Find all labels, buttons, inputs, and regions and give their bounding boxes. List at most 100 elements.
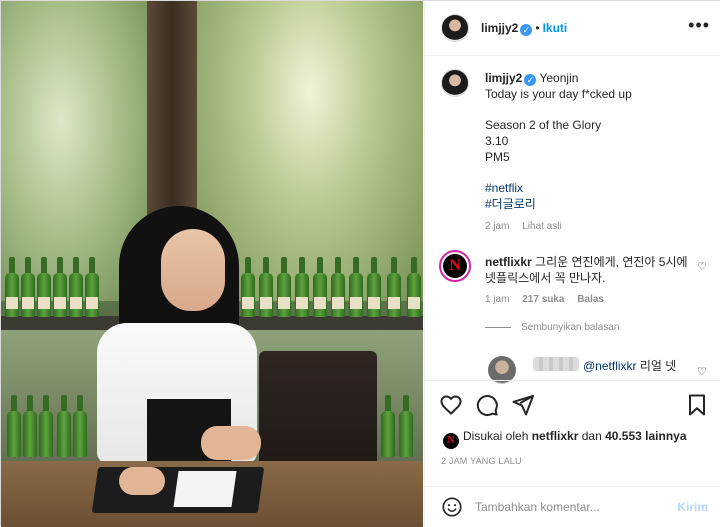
- netflix-avatar[interactable]: N: [439, 250, 471, 282]
- woman-face: [161, 229, 225, 311]
- bottle-label: [368, 297, 380, 309]
- bottle-label: [54, 297, 66, 309]
- reply-body: 리얼 넷: [639, 359, 677, 373]
- follow-button[interactable]: Ikuti: [543, 21, 568, 35]
- caption-line: [485, 166, 711, 182]
- comment-icon[interactable]: [475, 393, 499, 417]
- verified-icon: ✓: [520, 24, 533, 36]
- bottle-label: [38, 297, 50, 309]
- netflix-small-avatar: N: [443, 433, 459, 449]
- comment-username[interactable]: netflixkr: [485, 255, 532, 269]
- caption-line: Today is your day f*cked up: [485, 87, 632, 101]
- comment-meta: 1 jam 217 suka Balas: [485, 294, 604, 305]
- bottle-label: [350, 297, 362, 309]
- header-author-line: limjjy2 ✓ • Ikuti: [481, 21, 567, 36]
- wine-bottle: [5, 257, 19, 317]
- caption-tag: Yeonjin: [539, 71, 579, 85]
- wine-bottle: [387, 257, 401, 317]
- caption-time[interactable]: 2 jam: [485, 221, 509, 232]
- caption-line: Season 2 of the Glory: [485, 118, 602, 133]
- see-original-button[interactable]: Lihat asli: [522, 221, 561, 232]
- wine-bottle: [295, 257, 309, 317]
- caption-line: [485, 103, 711, 119]
- bookmark-icon[interactable]: [685, 393, 709, 417]
- comment-like-heart-icon[interactable]: ♡: [697, 260, 707, 273]
- more-horizontal-icon[interactable]: •••: [688, 16, 710, 34]
- share-icon[interactable]: [511, 393, 535, 417]
- bottle-label: [22, 297, 34, 309]
- header-username[interactable]: limjjy2: [481, 21, 518, 35]
- separator-dot: •: [535, 21, 540, 35]
- replies-divider-line: [485, 327, 511, 328]
- woman-hands: [119, 467, 165, 495]
- bottle-label: [408, 297, 420, 309]
- liked-by-conjunction: dan: [581, 429, 602, 443]
- bottle-label: [86, 297, 98, 309]
- wine-bottle: [57, 395, 71, 457]
- wine-bottle: [349, 257, 363, 317]
- bottle-label: [278, 297, 290, 309]
- wine-bottle: [21, 257, 35, 317]
- wine-bottle: [259, 257, 273, 317]
- liked-by-line[interactable]: N Disukai oleh netflixkr dan 40.553 lainn…: [443, 429, 687, 449]
- bottle-label: [70, 297, 82, 309]
- reply-mention[interactable]: @netflixkr: [583, 359, 637, 373]
- hashtag-link[interactable]: #더글로리: [485, 197, 711, 213]
- wine-bottle: [39, 395, 53, 457]
- heart-icon[interactable]: [439, 393, 463, 417]
- paper-sheet: [173, 471, 237, 507]
- emoji-icon[interactable]: [441, 496, 463, 518]
- bottle-label: [260, 297, 272, 309]
- wine-bottle: [367, 257, 381, 317]
- wine-bottle: [7, 395, 21, 457]
- verified-icon: ✓: [524, 74, 537, 86]
- post-timestamp[interactable]: 2 JAM YANG LALU: [441, 456, 522, 466]
- wine-bottle: [277, 257, 291, 317]
- comment-likes-count[interactable]: 217 suka: [522, 294, 564, 305]
- author-avatar[interactable]: [441, 14, 469, 42]
- wine-bottle: [331, 257, 345, 317]
- liked-by-prefix: Disukai oleh: [463, 429, 529, 443]
- likes-count[interactable]: 40.553 lainnya: [605, 429, 686, 443]
- bottle-label: [332, 297, 344, 309]
- hide-replies-button[interactable]: Sembunyikan balasan: [521, 322, 619, 333]
- reply-button[interactable]: Balas: [577, 294, 604, 305]
- post-photo[interactable]: [1, 1, 423, 527]
- caption-username[interactable]: limjjy2: [485, 71, 522, 85]
- comment-time[interactable]: 1 jam: [485, 294, 509, 305]
- chair: [259, 351, 377, 476]
- reply-like-heart-icon[interactable]: ♡: [697, 365, 707, 378]
- caption-line: PM5: [485, 149, 510, 164]
- wine-bottle: [73, 395, 87, 457]
- bottle-label: [388, 297, 400, 309]
- woman-arm: [201, 426, 261, 460]
- liked-by-user[interactable]: netflixkr: [532, 429, 579, 443]
- wine-bottle: [23, 395, 37, 457]
- hashtag-link[interactable]: #netflix: [485, 181, 711, 197]
- bottle-label: [242, 297, 254, 309]
- caption-author-avatar[interactable]: [441, 69, 469, 97]
- wine-bottle: [241, 257, 255, 317]
- caption-author-line: limjjy2 ✓ Yeonjin: [485, 71, 578, 86]
- wine-bottle: [53, 257, 67, 317]
- reply-text: @netflixkr 리얼 넷: [583, 357, 676, 374]
- post-header: limjjy2 ✓ • Ikuti •••: [425, 1, 720, 56]
- comment-composer: Kirim: [425, 486, 720, 527]
- bottle-label: [296, 297, 308, 309]
- comment-input[interactable]: [475, 497, 665, 517]
- wine-bottle: [69, 257, 83, 317]
- wine-bottle: [399, 395, 413, 457]
- post-comment-button[interactable]: Kirim: [677, 500, 708, 514]
- action-bar: [425, 380, 720, 428]
- caption-meta: 2 jam Lihat asli: [485, 221, 562, 232]
- instagram-post-modal: limjjy2 ✓ • Ikuti ••• limjjy2 ✓ Yeonjin Toda…: [0, 0, 720, 527]
- caption-text: Today is your day f*cked up Season 2 of …: [485, 87, 711, 213]
- wine-bottle: [381, 395, 395, 457]
- bottle-label: [314, 297, 326, 309]
- post-side-panel: limjjy2 ✓ • Ikuti ••• limjjy2 ✓ Yeonjin Toda…: [424, 1, 720, 527]
- wine-bottle: [407, 257, 421, 317]
- caption-line: 3.10: [485, 134, 509, 149]
- netflix-logo-icon: N: [443, 254, 467, 278]
- comment-text: netflixkr 그리운 연진에게, 연진아 5시에 넷플릭스에서 꼭 만나자…: [485, 254, 695, 286]
- wine-bottle: [313, 257, 327, 317]
